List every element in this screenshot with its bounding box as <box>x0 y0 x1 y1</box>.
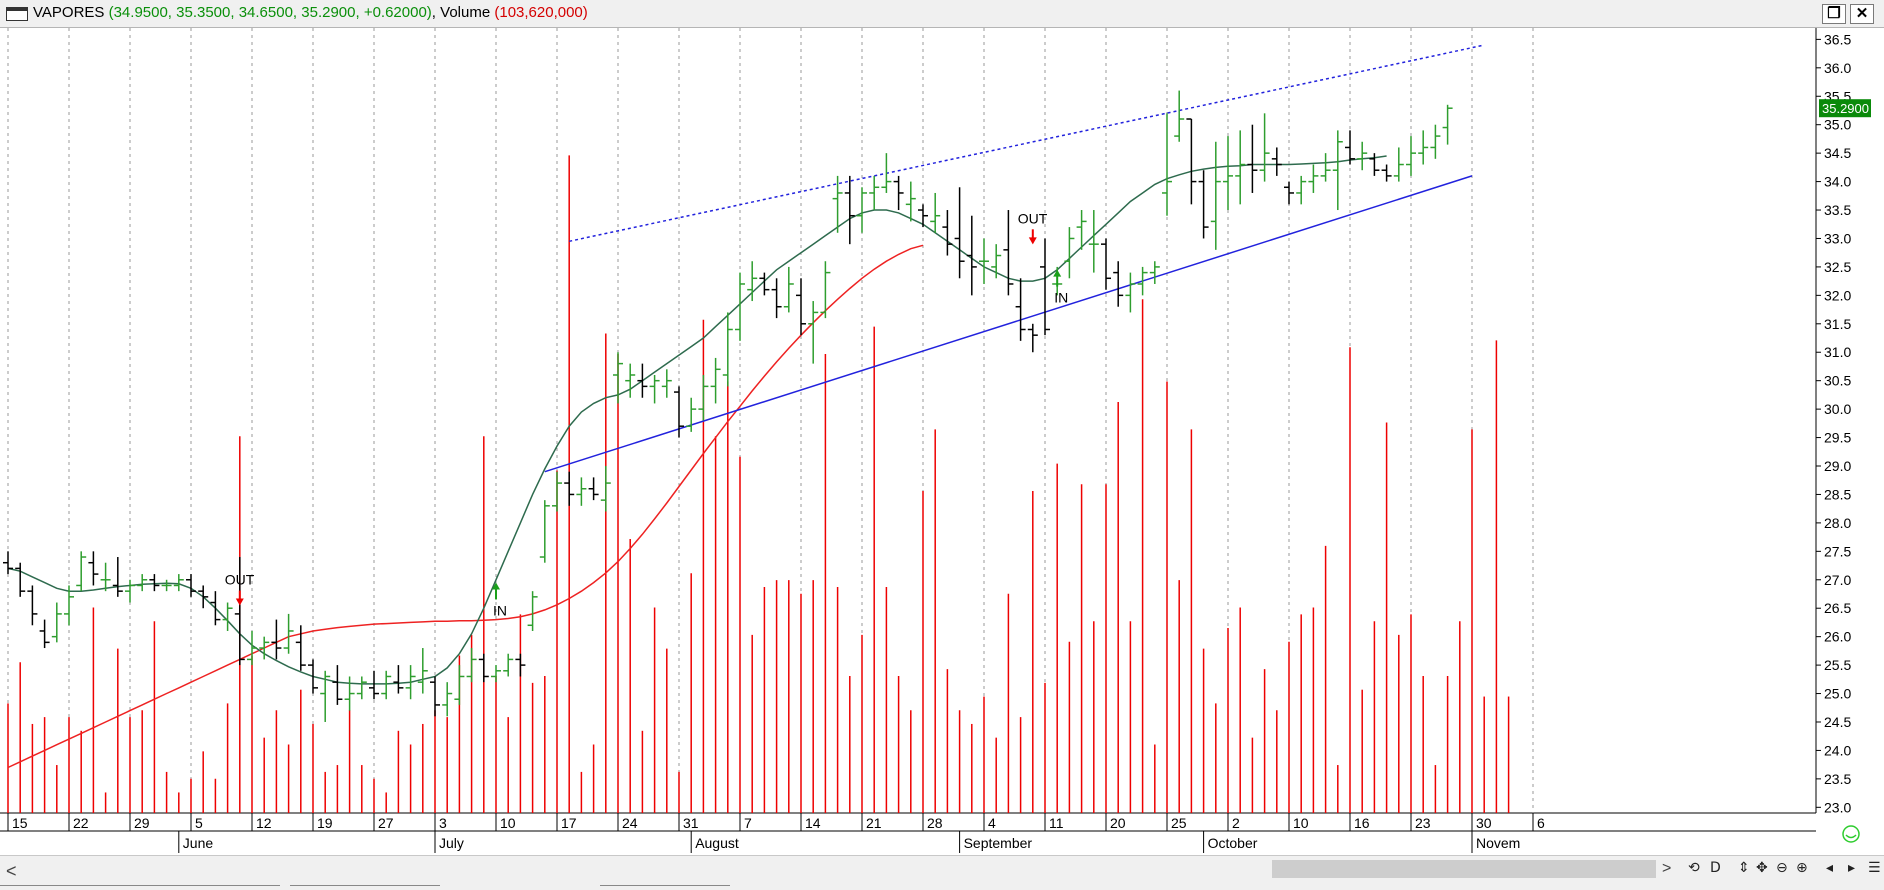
scroll-left-button[interactable]: < <box>6 861 17 882</box>
date-tick-label: 15 <box>12 815 28 831</box>
date-tick-label: 20 <box>1110 815 1126 831</box>
zoom-in-icon[interactable]: ⊕ <box>1796 860 1808 876</box>
date-tick-label: 11 <box>1049 815 1064 831</box>
date-tick-label: 10 <box>500 815 516 831</box>
date-tick-label: 5 <box>195 815 203 831</box>
price-tick-label: 28.0 <box>1824 515 1851 531</box>
month-label: July <box>439 835 464 851</box>
plot-area <box>0 28 1816 813</box>
status-bar: < > ⟲ D ⇕ ✥ ⊖ ⊕ ◂ ▸ ☰ <box>0 855 1884 888</box>
price-tick-label: 34.5 <box>1824 145 1851 161</box>
price-tick-label: 30.0 <box>1824 401 1851 417</box>
restore-window-button[interactable]: ❐ <box>1822 4 1846 24</box>
close-window-button[interactable]: ✕ <box>1850 4 1874 24</box>
date-tick-label: 6 <box>1537 815 1545 831</box>
volume-label: Volume <box>440 4 491 21</box>
price-tick-label: 32.0 <box>1824 287 1851 303</box>
price-tick-label: 27.0 <box>1824 572 1851 588</box>
date-tick-label: 4 <box>988 815 996 831</box>
price-tick-label: 33.5 <box>1824 202 1851 218</box>
symbol-name: VAPORES <box>33 4 105 21</box>
buy-signal-label: IN <box>493 602 507 618</box>
price-tick-label: 26.5 <box>1824 600 1851 616</box>
volume-value: (103,620,000) <box>494 4 588 21</box>
month-label: September <box>964 835 1033 851</box>
date-tick-label: 24 <box>622 815 638 831</box>
date-tick-label: 19 <box>317 815 333 831</box>
refresh-icon[interactable]: ⟲ <box>1688 860 1700 876</box>
date-tick-label: 29 <box>134 815 150 831</box>
window-title-bar: VAPORES (34.9500, 35.3500, 34.6500, 35.2… <box>0 0 1884 28</box>
price-tick-label: 34.0 <box>1824 174 1851 190</box>
price-chart[interactable]: 15 22 29 5 12 19 27 3 10 17 24 31 7 14 21 28 4 11 20 25 2 10 1… <box>0 28 1884 855</box>
zoom-out-icon[interactable]: ⊖ <box>1776 860 1788 876</box>
price-tick-label: 27.5 <box>1824 543 1851 559</box>
price-tick-label: 28.5 <box>1824 486 1851 502</box>
horizontal-scroll-thumb[interactable] <box>1272 860 1656 878</box>
price-tick-label: 24.5 <box>1824 714 1851 730</box>
scroll-forward-icon[interactable]: ▸ <box>1848 860 1855 876</box>
price-tick-label: 26.0 <box>1824 629 1851 645</box>
date-tick-label: 30 <box>1476 815 1492 831</box>
chart-window-icon[interactable] <box>6 7 28 21</box>
price-tick-label: 25.0 <box>1824 686 1851 702</box>
price-tick-label: 35.0 <box>1824 117 1851 133</box>
month-label: October <box>1208 835 1258 851</box>
month-label: Novem <box>1476 835 1520 851</box>
month-label: August <box>695 835 739 851</box>
date-tick-label: 7 <box>744 815 752 831</box>
date-tick-label: 14 <box>805 815 821 831</box>
sell-signal-label: OUT <box>225 572 255 588</box>
price-tick-label: 32.5 <box>1824 259 1851 275</box>
date-tick-label: 31 <box>683 815 699 831</box>
date-tick-label: 3 <box>439 815 447 831</box>
date-tick-label: 16 <box>1354 815 1370 831</box>
price-tick-label: 23.0 <box>1824 799 1851 815</box>
last-price-label: 35.2900 <box>1822 101 1869 116</box>
date-tick-label: 2 <box>1232 815 1240 831</box>
daily-period-icon[interactable]: D <box>1710 860 1721 876</box>
pan-icon[interactable]: ✥ <box>1756 860 1768 876</box>
month-label: June <box>183 835 214 851</box>
price-tick-label: 36.0 <box>1824 60 1851 76</box>
price-tick-label: 33.0 <box>1824 230 1851 246</box>
chart-title: VAPORES (34.9500, 35.3500, 34.6500, 35.2… <box>33 4 588 21</box>
buy-signal-label: IN <box>1054 290 1068 306</box>
date-tick-label: 23 <box>1415 815 1431 831</box>
ohlc-values: (34.9500, 35.3500, 34.6500, 35.2900, +0.… <box>108 4 432 21</box>
price-tick-label: 31.0 <box>1824 344 1851 360</box>
price-tick-label: 30.5 <box>1824 373 1851 389</box>
price-tick-label: 31.5 <box>1824 316 1851 332</box>
menu-icon[interactable]: ☰ <box>1868 860 1881 876</box>
price-tick-label: 29.5 <box>1824 430 1851 446</box>
price-tick-label: 25.5 <box>1824 657 1851 673</box>
price-tick-label: 36.5 <box>1824 31 1851 47</box>
date-tick-label: 12 <box>256 815 272 831</box>
date-tick-label: 17 <box>561 815 577 831</box>
price-tick-label: 29.0 <box>1824 458 1851 474</box>
vertical-zoom-icon[interactable]: ⇕ <box>1738 860 1750 876</box>
date-tick-label: 21 <box>866 815 882 831</box>
date-tick-label: 25 <box>1171 815 1187 831</box>
date-tick-label: 28 <box>927 815 943 831</box>
date-tick-label: 27 <box>378 815 394 831</box>
sell-signal-label: OUT <box>1018 210 1048 226</box>
date-tick-label: 10 <box>1293 815 1309 831</box>
scroll-right-button[interactable]: > <box>1662 860 1671 878</box>
date-tick-label: 22 <box>73 815 89 831</box>
price-tick-label: 23.5 <box>1824 771 1851 787</box>
price-tick-label: 24.0 <box>1824 742 1851 758</box>
scroll-back-icon[interactable]: ◂ <box>1826 860 1833 876</box>
